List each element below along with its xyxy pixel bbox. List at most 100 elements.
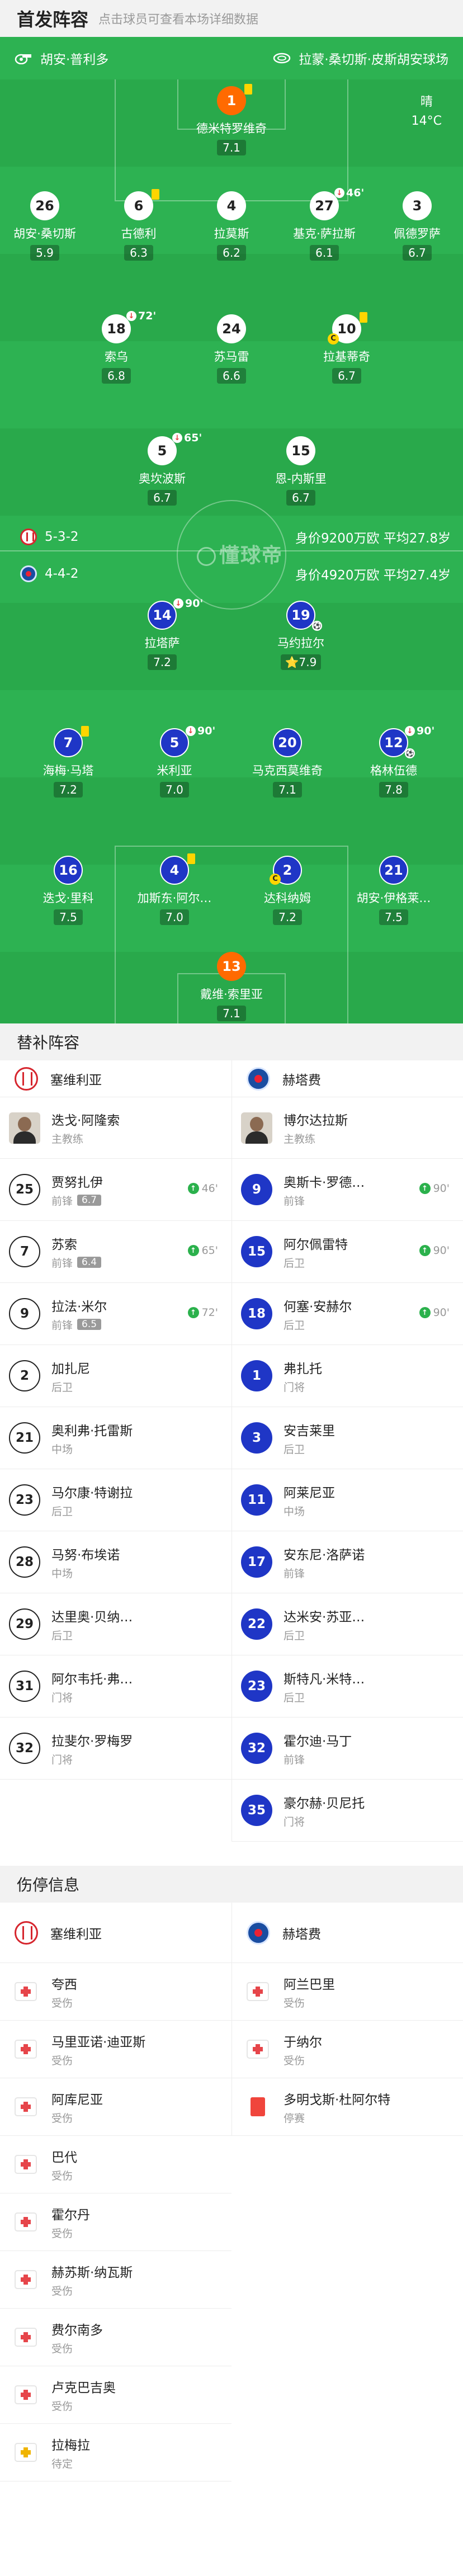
sub-out-minute: 90' (197, 725, 216, 737)
injury-row[interactable]: 阿兰巴里 受伤 (232, 1963, 463, 2021)
player-marker[interactable]: 4 拉莫斯 6.2 (184, 191, 279, 261)
injury-status: 受伤 (284, 2054, 305, 2067)
sub-player-row[interactable]: 18 何塞·安赫尔 后卫 ↑ 90' (232, 1283, 463, 1345)
sub-position: 后卫 (51, 1629, 73, 1642)
sub-position: 前锋 (284, 1753, 305, 1766)
injury-row[interactable]: 拉梅拉 待定 (0, 2424, 232, 2481)
player-marker[interactable]: 14 ↓ 90' 拉塔萨 7.2 (115, 597, 210, 670)
lineup-header: 首发阵容 点击球员可查看本场详细数据 (0, 0, 463, 37)
lineup-hint: 点击球员可查看本场详细数据 (98, 13, 259, 27)
player-marker[interactable]: 6 古德利 6.3 (91, 189, 186, 261)
player-marker[interactable]: 10 C 拉基蒂奇 6.7 (299, 312, 394, 384)
sub-out-arrow-icon: ↓ (334, 188, 344, 198)
sub-player-row[interactable]: 28 马努·布埃诺 中场 (0, 1531, 232, 1593)
medical-kit-icon (15, 2385, 37, 2404)
player-number: 18 ↓ 72' (102, 310, 156, 343)
injury-row[interactable]: 费尔南多 受伤 (0, 2309, 232, 2366)
player-marker[interactable]: 4 加斯东·阿尔… 7.0 (127, 853, 222, 925)
player-marker[interactable]: 7 海梅·马塔 7.2 (21, 726, 116, 798)
sub-name: 阿尔韦托·弗… (51, 1672, 133, 1687)
player-number: 21 (379, 856, 408, 885)
injury-row[interactable]: 阿库尼亚 受伤 (0, 2078, 232, 2136)
home-injuries-team-header: 塞维利亚 (0, 1903, 232, 1963)
coach-row[interactable]: 迭戈·阿隆索 主教练 (0, 1097, 232, 1159)
player-name: 马克西莫维奇 (252, 764, 323, 777)
sub-player-row[interactable]: 32 拉斐尔·罗梅罗 门将 (0, 1718, 232, 1780)
sub-player-row[interactable]: 31 阿尔韦托·弗… 门将 (0, 1655, 232, 1718)
sub-player-row[interactable]: 22 达米安·苏亚… 后卫 (232, 1593, 463, 1655)
sub-name: 贾努扎伊 (51, 1175, 103, 1190)
player-rating: 6.1 (310, 245, 339, 261)
sub-number: 29 (9, 1608, 40, 1640)
injury-row[interactable]: 卢克巴吉奥 受伤 (0, 2366, 232, 2424)
player-marker[interactable]: 2C 达科纳姆 7.2 (240, 856, 335, 925)
player-marker[interactable]: 12 ↓ 90' ⚽ 格林伍德 7.8 (346, 725, 441, 798)
sub-out-indicator: ↓ 65' (172, 432, 202, 444)
player-rating: 7.2 (54, 782, 83, 798)
coach-row[interactable]: 博尔达拉斯 主教练 (232, 1097, 463, 1159)
player-name: 胡安·桑切斯 (13, 227, 76, 240)
sub-out-minute: 90' (185, 597, 204, 610)
injury-row[interactable]: 巴代 受伤 (0, 2136, 232, 2193)
player-marker[interactable]: 21 胡安·伊格莱… 7.5 (346, 856, 441, 925)
player-marker[interactable]: 13 戴维·索里亚 7.1 (184, 952, 279, 1021)
sub-position: 中场 (51, 1443, 73, 1456)
away-subs-team-header: 赫塔费 (232, 1060, 463, 1097)
player-marker[interactable]: 15 恩-内斯里 6.7 (253, 436, 348, 506)
sub-name: 弗扎托 (284, 1361, 322, 1376)
away-team-row: 4-4-2 身价4920万欧 平均27.4岁 (20, 562, 451, 586)
injury-row[interactable]: 于纳尔 受伤 (232, 2021, 463, 2078)
player-marker[interactable]: 27 ↓ 46' 基克·萨拉斯 6.1 (277, 187, 372, 261)
player-name: 基克·萨拉斯 (293, 227, 356, 240)
player-marker[interactable]: 19 ⚽ 马约拉尔 ⭐7.9 (253, 601, 348, 670)
sub-player-row[interactable]: 25 贾努扎伊 前锋 6.7 ↑ 46' (0, 1159, 232, 1221)
player-marker[interactable]: 3 佩德罗萨 6.7 (370, 191, 463, 261)
sub-player-row[interactable]: 35 豪尔赫·贝尼托 门将 (232, 1780, 463, 1842)
injury-row[interactable]: 霍尔丹 受伤 (0, 2193, 232, 2251)
sub-player-row[interactable]: 7 苏索 前锋 6.4 ↑ 65' (0, 1221, 232, 1283)
home-coach-name: 胡安·普利多 (40, 53, 109, 67)
player-marker[interactable]: 26 胡安·桑切斯 5.9 (0, 191, 92, 261)
sub-player-row[interactable]: 9 拉法·米尔 前锋 6.5 ↑ 72' (0, 1283, 232, 1345)
injury-row[interactable]: 多明戈斯·杜阿尔特 停赛 (232, 2078, 463, 2136)
sub-number: 32 (241, 1733, 272, 1764)
sub-number: 22 (241, 1608, 272, 1640)
away-injuries-column: 赫塔费 阿兰巴里 受伤 于纳尔 受伤 多明戈斯·杜阿尔特 停赛 (232, 1903, 463, 2136)
sub-player-row[interactable]: 23 斯特凡·米特… 后卫 (232, 1655, 463, 1718)
sub-player-row[interactable]: 23 马尔康·特谢拉 后卫 (0, 1469, 232, 1531)
sub-player-row[interactable]: 17 安东尼·洛萨诺 前锋 (232, 1531, 463, 1593)
player-marker[interactable]: 5 ↓ 90' 米利亚 7.0 (127, 725, 222, 798)
player-marker[interactable]: 18 ↓ 72' 索乌 6.8 (69, 310, 164, 384)
sub-out-indicator: ↓ 90' (186, 725, 215, 737)
player-name: 德米特罗维奇 (196, 122, 267, 135)
sub-out-arrow-icon: ↓ (126, 311, 136, 321)
player-name: 海梅·马塔 (42, 764, 94, 777)
sub-player-row[interactable]: 1 弗扎托 门将 (232, 1345, 463, 1407)
injury-row[interactable]: 夸西 受伤 (0, 1963, 232, 2021)
sub-player-row[interactable]: 3 安吉莱里 后卫 (232, 1407, 463, 1469)
player-marker[interactable]: 24 苏马雷 6.6 (184, 314, 279, 384)
player-name: 索乌 (105, 350, 128, 364)
getafe-crest-icon (247, 1067, 270, 1091)
player-marker[interactable]: 16 迭戈·里科 7.5 (21, 856, 116, 925)
player-marker[interactable]: 1 德米特罗维奇 7.1 (184, 84, 279, 155)
medical-kit-icon (15, 2212, 37, 2231)
sub-player-row[interactable]: 9 奥斯卡·罗德… 前锋 ↑ 90' (232, 1159, 463, 1221)
sub-player-row[interactable]: 11 阿莱尼亚 中场 (232, 1469, 463, 1531)
injury-row[interactable]: 马里亚诺·迪亚斯 受伤 (0, 2021, 232, 2078)
sub-in-minute: 90' (433, 1182, 450, 1195)
sub-player-row[interactable]: 15 阿尔佩雷特 后卫 ↑ 90' (232, 1221, 463, 1283)
sub-player-row[interactable]: 2 加扎尼 后卫 (0, 1345, 232, 1407)
sub-player-row[interactable]: 21 奥利弗·托雷斯 中场 (0, 1407, 232, 1469)
sub-player-row[interactable]: 32 霍尔迪·马丁 前锋 (232, 1718, 463, 1780)
player-rating: 7.0 (160, 909, 189, 925)
sub-player-row[interactable]: 29 达里奥·贝纳… 后卫 (0, 1593, 232, 1655)
getafe-crest-icon (247, 1921, 270, 1945)
sub-number: 35 (241, 1795, 272, 1826)
home-team-name: 塞维利亚 (50, 1927, 102, 1942)
sub-position: 前锋 (51, 1319, 73, 1332)
player-marker[interactable]: 5 ↓ 65' 奥坎波斯 6.7 (115, 432, 210, 506)
injury-row[interactable]: 赫苏斯·纳瓦斯 受伤 (0, 2251, 232, 2309)
player-marker[interactable]: 20 马克西莫维奇 7.1 (240, 728, 335, 798)
player-name: 奥坎波斯 (139, 472, 186, 485)
